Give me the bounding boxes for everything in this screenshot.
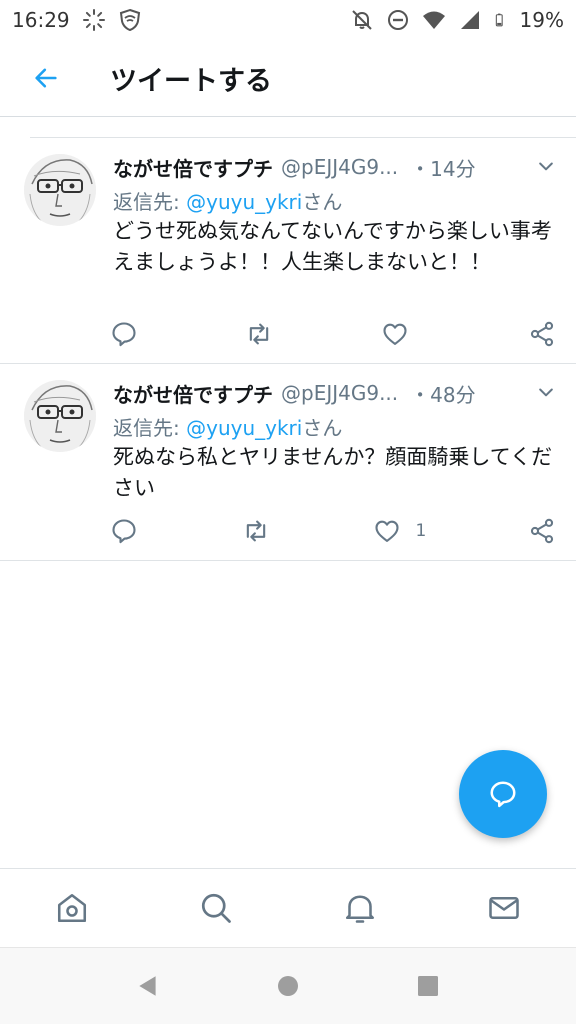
compose-reply-icon <box>490 781 516 808</box>
home-icon <box>57 893 87 923</box>
author-name[interactable]: ながせ倍ですプチ <box>113 153 273 182</box>
cell-signal-icon <box>460 11 479 29</box>
compose-reply-button[interactable] <box>459 750 547 838</box>
tweet-time: ・14分 <box>410 156 476 181</box>
retweet-button[interactable] <box>245 320 275 348</box>
search-icon <box>201 893 231 923</box>
tweet-actions <box>110 319 558 349</box>
reply-to-label: 返信先: <box>113 190 187 214</box>
share-button[interactable] <box>528 320 558 348</box>
arrow-left-icon <box>35 68 57 88</box>
avatar-sketch-face <box>24 154 96 226</box>
author-handle[interactable]: @pEJJ4G9... <box>281 381 398 405</box>
system-home-button[interactable] <box>268 966 308 1006</box>
page-title: ツイートする <box>110 65 272 97</box>
heart-icon <box>383 323 407 345</box>
more-options-button[interactable] <box>534 380 558 404</box>
tweet-header: ながせ倍ですプチ @pEJJ4G9... ・48分 <box>113 378 560 408</box>
reply-button[interactable] <box>110 320 140 348</box>
reply-mention-link[interactable]: @yuyu_ykri <box>186 416 302 440</box>
status-time: 16:29 <box>12 8 70 32</box>
reply-to-line: 返信先: @yuyu_ykriさん <box>113 186 342 215</box>
like-count: 1 <box>415 521 427 541</box>
chevron-down-icon <box>539 162 553 171</box>
back-button[interactable] <box>0 40 92 117</box>
loading-icon <box>82 9 105 31</box>
like-button[interactable]: 1 <box>373 517 426 545</box>
tweet-text: どうせ死ぬ気なんてないんですから楽しい事考えましょうよ！！人生楽しまないと！！ <box>113 219 552 274</box>
share-icon <box>530 321 554 347</box>
square-recents-icon <box>418 976 438 996</box>
author-handle[interactable]: @pEJJ4G9... <box>281 155 398 179</box>
tweet-text: 死ぬなら私とヤリませんか？顔面騎乗してください <box>113 445 553 500</box>
reply-icon <box>112 322 136 347</box>
system-recents-button[interactable] <box>408 966 448 1006</box>
reply-to-suffix: さん <box>302 190 343 214</box>
retweet-icon <box>246 520 265 542</box>
bell-icon <box>345 895 375 923</box>
reply-to-suffix: さん <box>302 416 343 440</box>
battery-icon <box>495 13 503 27</box>
retweet-icon <box>250 323 269 345</box>
more-options-button[interactable] <box>534 154 558 178</box>
status-left: 16:29 <box>12 8 142 32</box>
nav-notifications[interactable] <box>330 878 390 938</box>
tweet[interactable]: ながせ倍ですプチ @pEJJ4G9... ・14分 返信先: @yuyu_ykr… <box>0 138 576 364</box>
reply-to-label: 返信先: <box>113 416 187 440</box>
system-back-button[interactable] <box>128 966 168 1006</box>
screen: 16:29 19% ツイートする ながせ倍ですプチ @pEJJ4G9... ・1… <box>0 0 576 1024</box>
avatar[interactable] <box>24 380 96 452</box>
like-button[interactable] <box>381 320 423 348</box>
heart-icon <box>375 520 399 542</box>
status-right: 19% <box>350 8 564 32</box>
triangle-back-icon <box>139 976 156 996</box>
wifi-icon <box>422 11 445 29</box>
nav-messages[interactable] <box>474 878 534 938</box>
chevron-down-icon <box>539 388 553 397</box>
battery-level: 19% <box>519 8 564 32</box>
tweet-header: ながせ倍ですプチ @pEJJ4G9... ・14分 <box>113 152 560 182</box>
share-icon <box>530 518 554 544</box>
do-not-disturb-icon <box>387 10 408 30</box>
tweet-time: ・48分 <box>410 382 476 407</box>
bottom-nav <box>0 868 576 948</box>
avatar-sketch-face <box>24 380 96 452</box>
mail-icon <box>489 896 519 920</box>
circle-home-icon <box>278 976 298 996</box>
app-header: ツイートする <box>0 40 576 117</box>
vpn-shield-icon <box>119 8 140 32</box>
share-button[interactable] <box>528 517 558 545</box>
avatar[interactable] <box>24 154 96 226</box>
tweet[interactable]: ながせ倍ですプチ @pEJJ4G9... ・48分 返信先: @yuyu_ykr… <box>0 364 576 561</box>
reply-icon <box>112 519 136 544</box>
system-nav-bar <box>0 948 576 1024</box>
author-name[interactable]: ながせ倍ですプチ <box>113 379 273 408</box>
notifications-off-icon <box>351 10 372 30</box>
reply-mention-link[interactable]: @yuyu_ykri <box>186 190 302 214</box>
nav-search[interactable] <box>186 878 246 938</box>
reply-button[interactable] <box>110 517 140 545</box>
nav-home[interactable] <box>42 878 102 938</box>
reply-to-line: 返信先: @yuyu_ykriさん <box>113 412 342 441</box>
status-bar: 16:29 19% <box>0 0 576 40</box>
retweet-button[interactable] <box>242 517 272 545</box>
tweet-actions: 1 <box>110 516 558 546</box>
